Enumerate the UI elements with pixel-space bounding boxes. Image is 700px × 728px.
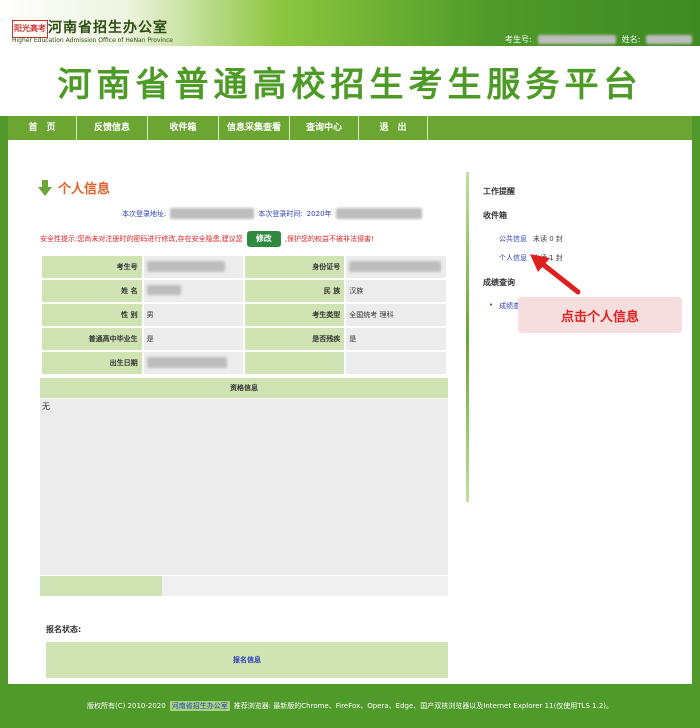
name-value (141, 278, 245, 304)
reg-status-link[interactable]: 报名信息 (233, 656, 261, 664)
type-value: 全国统考 理科 (344, 302, 448, 328)
name-label: 姓名: (621, 35, 641, 44)
table-row: 出生日期 (40, 350, 448, 376)
qualification-value: 无 (42, 402, 50, 411)
browser-note: 推荐浏览器: 最新版的Chrome、FireFox、Opera、Edge、国产双… (233, 702, 614, 710)
disability-field-label: 是否残疾 (242, 326, 347, 352)
birth-value (141, 350, 245, 376)
login-info: 本次登录地址: 本次登录时间: 2020年 (122, 208, 422, 219)
section-title-text: 个人信息 (58, 182, 111, 197)
nav-inbox[interactable]: 收件箱 (148, 116, 219, 140)
security-notice: 安全性提示:您尚未对注册时的密码进行修改,存在安全隐患,建议您 修改 ,保护您的… (40, 231, 374, 247)
nation-field-label: 民 族 (242, 278, 347, 304)
nav-query-center[interactable]: 查询中心 (290, 116, 359, 140)
table-row: 性 别 男 考生类型 全国统考 理科 (40, 302, 448, 328)
gender-value: 男 (141, 302, 245, 328)
candidate-no-redacted (537, 35, 616, 44)
copyright-text: 版权所有(C) 2010-2020 (86, 702, 166, 710)
logo-badge: 阳光高考 (12, 20, 48, 38)
nav-logout[interactable]: 退 出 (359, 116, 428, 140)
banner: 河南省普通高校招生考生服务平台 (8, 46, 692, 116)
table-row: 考生号 身份证号 (40, 254, 448, 280)
top-header: 阳光高考 河南省招生办公室 Higher Education Admission… (0, 0, 700, 46)
page-title: 河南省普通高校招生考生服务平台 (57, 64, 643, 105)
login-address-redacted (170, 208, 255, 219)
login-address-label: 本次登录地址: (122, 209, 167, 218)
org-name-en: Higher Education Admission Office of HeN… (12, 37, 173, 44)
down-arrow-icon (38, 179, 52, 196)
left-border (0, 116, 8, 684)
work-reminder-heading: 工作提醒 (483, 187, 515, 196)
score-query-heading: 成绩查询 (483, 278, 515, 287)
gender-field-label: 性 别 (40, 302, 144, 328)
personal-notice-link[interactable]: 个人信息 (499, 253, 527, 263)
login-time-redacted (335, 208, 422, 219)
security-prefix: 安全性提示:您尚未对注册时的密码进行修改,存在安全隐患,建议您 (40, 235, 243, 243)
page-footer: 版权所有(C) 2010-2020 河南省招生办公室 推荐浏览器: 最新版的Ch… (0, 684, 700, 728)
login-time-label: 本次登录时间: (258, 209, 303, 218)
candidate-no-value (141, 254, 245, 280)
main-nav: 首 页 反馈信息 收件箱 信息采集查看 查询中心 退 出 (8, 116, 692, 140)
empty-value (344, 350, 448, 376)
name-redacted (646, 35, 693, 44)
empty-label (242, 350, 347, 376)
id-no-value (344, 254, 448, 280)
red-arrow-icon (530, 254, 581, 295)
footer-cell-a (40, 576, 162, 596)
footer-cell-b (162, 576, 448, 596)
org-footer-link[interactable]: 河南省招生办公室 (169, 701, 230, 711)
nav-feedback[interactable]: 反馈信息 (77, 116, 148, 140)
nav-home[interactable]: 首 页 (8, 116, 77, 140)
candidate-no-label: 考生号: (505, 35, 532, 44)
grad-field-label: 普通高中毕业生 (40, 326, 144, 352)
disability-value: 是 (344, 326, 448, 352)
qualification-footer (40, 576, 448, 596)
public-notice-link[interactable]: 公共信息 (499, 234, 527, 244)
org-name: 河南省招生办公室 (48, 20, 168, 36)
public-notice-count: 未读 0 封 (533, 235, 563, 243)
right-border (692, 116, 700, 684)
qualification-header: 资格信息 (40, 378, 448, 398)
birth-field-label: 出生日期 (40, 350, 144, 376)
qualification-body: 无 (40, 399, 448, 575)
sidebar-divider (466, 172, 469, 502)
login-time-prefix: 2020年 (306, 209, 332, 218)
user-info: 考生号: 姓名: (505, 34, 693, 45)
personal-info-table: 考生号 身份证号 姓 名 民 族 汉族 性 别 男 考生类型 全国统考 理科 普… (40, 254, 448, 376)
type-field-label: 考生类型 (242, 302, 347, 328)
public-notice-row: 公共信息 未读 0 封 (499, 234, 563, 244)
reg-status-box: 报名信息 (46, 642, 448, 678)
id-no-field-label: 身份证号 (242, 254, 347, 280)
modify-password-button[interactable]: 修改 (246, 231, 281, 247)
nav-info-collection[interactable]: 信息采集查看 (219, 116, 290, 140)
name-field-label: 姓 名 (40, 278, 144, 304)
reg-status-label: 报名状态: (46, 625, 82, 634)
bullet-icon: • (489, 301, 494, 309)
grad-value: 是 (141, 326, 245, 352)
candidate-no-field-label: 考生号 (40, 254, 144, 280)
security-suffix: ,保护您的权益不被非法侵害! (284, 235, 374, 243)
inbox-heading: 收件箱 (483, 211, 507, 220)
section-title: 个人信息 (38, 178, 110, 197)
nation-value: 汉族 (344, 278, 448, 304)
instruction-callout: 点击个人信息 (518, 297, 682, 333)
table-row: 姓 名 民 族 汉族 (40, 278, 448, 304)
table-row: 普通高中毕业生 是 是否残疾 是 (40, 326, 448, 352)
